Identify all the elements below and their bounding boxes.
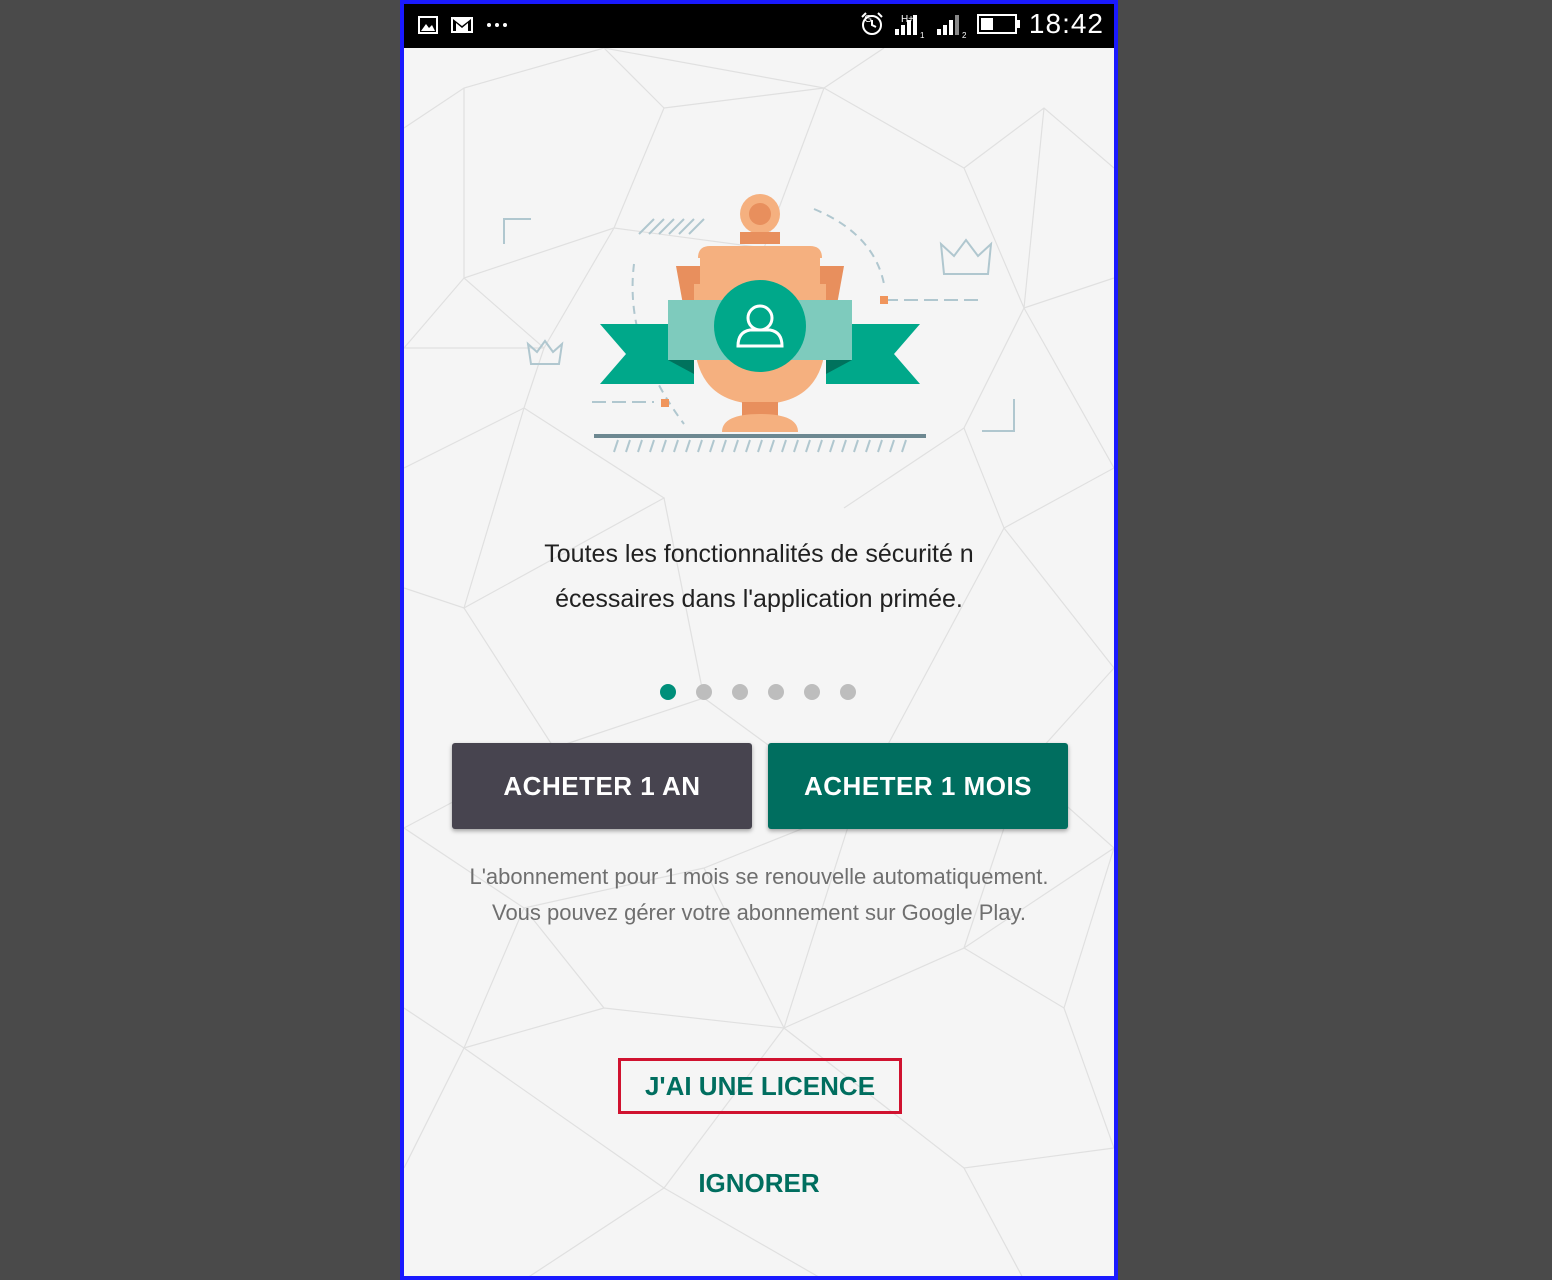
have-licence-button[interactable]: J'AI UNE LICENCE xyxy=(645,1071,875,1102)
image-notification-icon xyxy=(418,16,438,34)
svg-text:2: 2 xyxy=(962,31,967,39)
more-notifications-icon xyxy=(487,23,507,27)
gmail-icon xyxy=(451,17,473,33)
signal-sim2-icon: 2 xyxy=(936,15,967,39)
sim2-network-label: H+ xyxy=(900,14,914,25)
battery-icon xyxy=(976,14,1020,34)
page-dot-6[interactable] xyxy=(840,684,856,700)
svg-text:1: 1 xyxy=(920,31,925,39)
status-bar: 1 G 2 H+ 18:42 xyxy=(404,4,1114,48)
subscription-note-line-2: Vous pouvez gérer votre abonnement sur G… xyxy=(491,900,1027,925)
buy-1-year-button[interactable]: ACHETER 1 AN xyxy=(452,743,752,829)
ignore-container: IGNORER xyxy=(404,1168,1114,1199)
page-dot-4[interactable] xyxy=(768,684,784,700)
status-clock: 18:42 xyxy=(1028,8,1104,39)
onboarding-headline: Toutes les fonctionnalités de sécurité n… xyxy=(494,532,1024,622)
page-dot-5[interactable] xyxy=(804,684,820,700)
phone-screen: 1 G 2 H+ 18:42 Toutes les fonctionnalité… xyxy=(400,0,1118,1280)
trophy-illustration xyxy=(503,194,1015,453)
page-indicator xyxy=(660,684,856,700)
subscription-note-line-1: L'abonnement pour 1 mois se renouvelle a… xyxy=(469,864,1049,889)
have-licence-highlight[interactable]: J'AI UNE LICENCE xyxy=(618,1058,902,1114)
headline-line-2: écessaires dans l'application primée. xyxy=(555,585,963,613)
sim1-network-label: G xyxy=(864,14,872,25)
page-dot-3[interactable] xyxy=(732,684,748,700)
page-dot-1[interactable] xyxy=(660,684,676,700)
page-dot-2[interactable] xyxy=(696,684,712,700)
ignore-button[interactable]: IGNORER xyxy=(698,1168,819,1198)
buy-1-month-button[interactable]: ACHETER 1 MOIS xyxy=(768,743,1068,829)
subscription-note: L'abonnement pour 1 mois se renouvelle a… xyxy=(434,859,1084,931)
headline-line-1: Toutes les fonctionnalités de sécurité n xyxy=(544,540,974,568)
